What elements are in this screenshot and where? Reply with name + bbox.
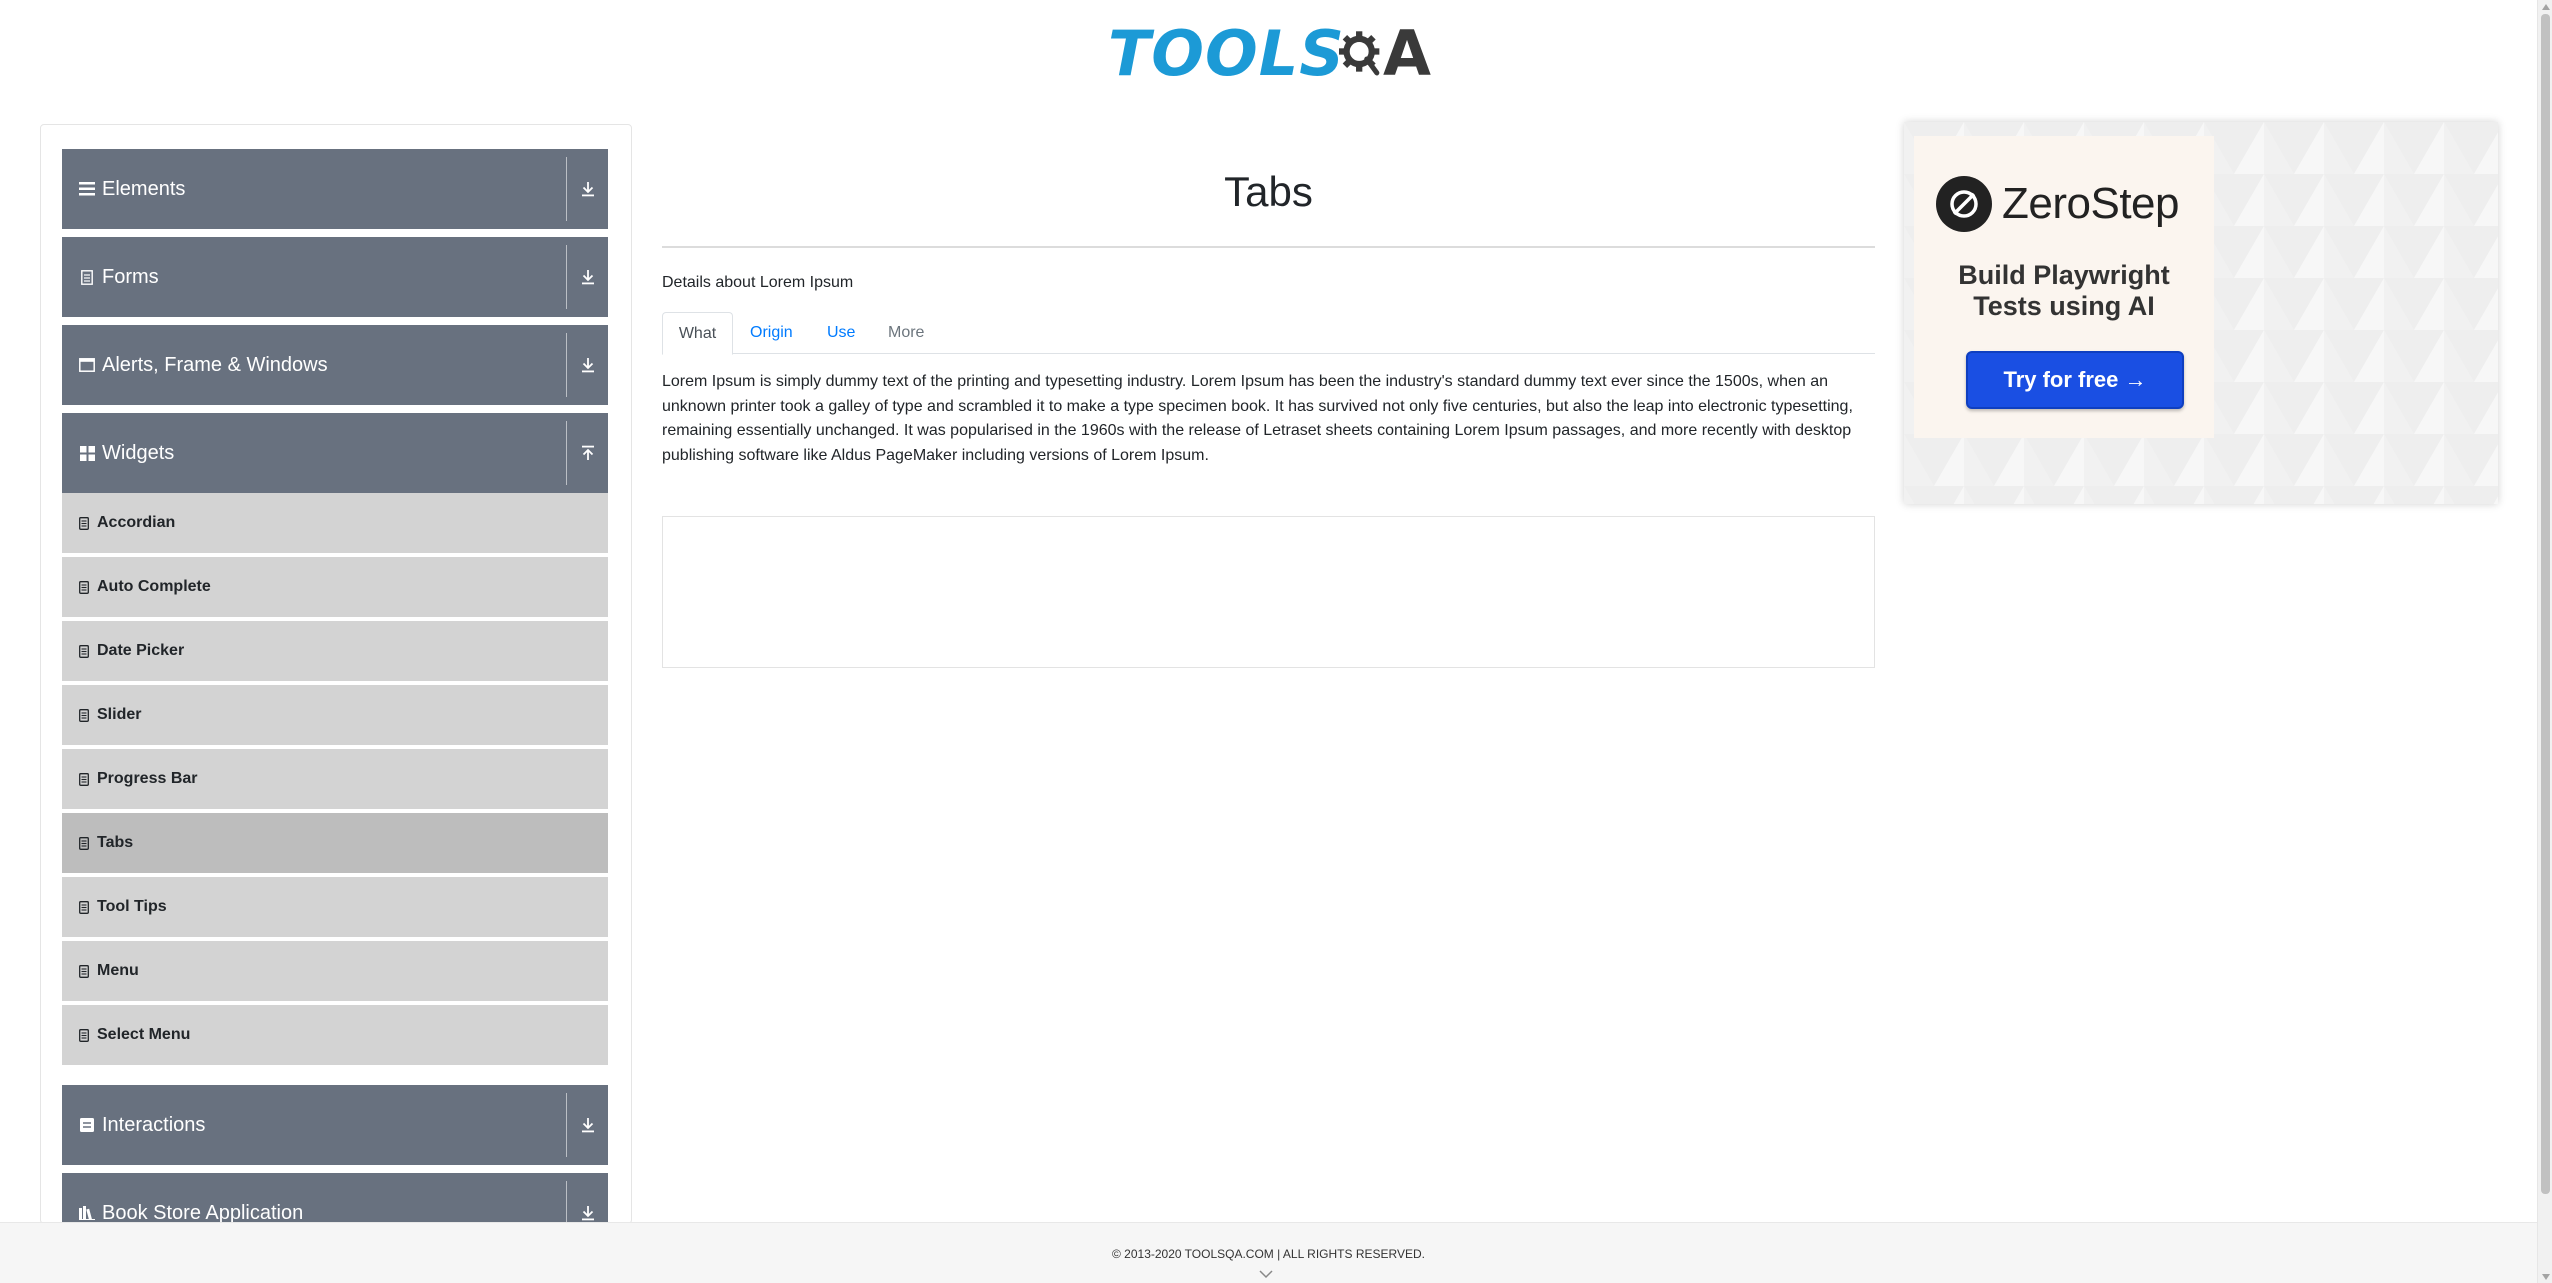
tagline-line: Tests using AI bbox=[1973, 291, 2155, 321]
sidebar-item-label: Select Menu bbox=[97, 1026, 191, 1043]
scroll-down-arrow-icon[interactable] bbox=[2541, 1272, 2550, 1281]
divider bbox=[566, 333, 567, 397]
tab-more: More bbox=[888, 324, 925, 341]
group-header-elements[interactable]: Elements bbox=[62, 149, 608, 229]
group-label: Book Store Application bbox=[102, 1201, 304, 1224]
zerostep-ad-banner[interactable]: ZeroStep Build Playwright Tests using AI… bbox=[1904, 122, 2498, 504]
upload-arrow-icon[interactable] bbox=[568, 413, 608, 493]
download-arrow-icon[interactable] bbox=[568, 325, 608, 405]
divider bbox=[566, 157, 567, 221]
group-header-forms[interactable]: Forms bbox=[62, 237, 608, 317]
group-label: Alerts, Frame & Windows bbox=[102, 353, 328, 376]
group-header-alerts-frame-windows[interactable]: Alerts, Frame & Windows bbox=[62, 325, 608, 405]
list-icon bbox=[77, 707, 91, 723]
try-for-free-button[interactable]: Try for free → bbox=[1966, 351, 2184, 409]
list-icon bbox=[77, 771, 91, 787]
list-icon bbox=[77, 515, 91, 531]
window-icon bbox=[78, 356, 96, 374]
list-icon bbox=[77, 1027, 91, 1043]
toolsqa-logo[interactable]: TOOLS A bbox=[1108, 16, 1432, 92]
tab-bar: What Origin Use More bbox=[662, 312, 1875, 355]
tab-origin[interactable]: Origin bbox=[750, 312, 793, 354]
divider bbox=[662, 246, 1875, 248]
group-header-widgets[interactable]: Widgets bbox=[62, 413, 608, 493]
sidebar-item-accordian[interactable]: Accordian bbox=[62, 493, 608, 555]
download-arrow-icon[interactable] bbox=[568, 1173, 608, 1223]
group-label: Interactions bbox=[102, 1113, 206, 1136]
group-header-book-store-application[interactable]: Book Store Application bbox=[62, 1173, 608, 1224]
sidebar-item-menu[interactable]: Menu bbox=[62, 941, 608, 1003]
logo-text-a: A bbox=[1383, 17, 1432, 90]
sidebar-item-auto-complete[interactable]: Auto Complete bbox=[62, 557, 608, 619]
sidebar-item-slider[interactable]: Slider bbox=[62, 685, 608, 747]
sidebar-item-select-menu[interactable]: Select Menu bbox=[62, 1005, 608, 1067]
chevron-down-icon[interactable] bbox=[1258, 1269, 1274, 1279]
brand-name: ZeroStep bbox=[2002, 179, 2179, 228]
divider bbox=[566, 1093, 567, 1157]
ad-card: ZeroStep Build Playwright Tests using AI… bbox=[1914, 136, 2214, 438]
ad-tagline: Build Playwright Tests using AI bbox=[1914, 260, 2214, 322]
widgets-icon bbox=[78, 444, 96, 462]
sidebar: Elements Forms Alerts, Frame & Windows W… bbox=[40, 124, 632, 1224]
details-text: Details about Lorem Ipsum bbox=[662, 274, 854, 291]
interactions-icon bbox=[78, 1116, 96, 1134]
page-title: Tabs bbox=[1224, 168, 1313, 215]
hamburger-icon bbox=[78, 180, 96, 198]
sidebar-item-label: Tool Tips bbox=[97, 898, 167, 915]
tagline-line: Build Playwright bbox=[1958, 260, 2170, 290]
sidebar-item-progress-bar[interactable]: Progress Bar bbox=[62, 749, 608, 811]
tab-content-text: Lorem Ipsum is simply dummy text of the … bbox=[662, 373, 1853, 464]
document-icon bbox=[78, 268, 96, 286]
sidebar-item-label: Auto Complete bbox=[97, 578, 211, 595]
group-label: Widgets bbox=[102, 441, 175, 464]
tab-use[interactable]: Use bbox=[827, 312, 855, 354]
sidebar-item-tabs[interactable]: Tabs bbox=[62, 813, 608, 875]
sidebar-item-label: Menu bbox=[97, 962, 139, 979]
ad-placeholder bbox=[662, 516, 1875, 668]
list-icon bbox=[77, 643, 91, 659]
list-icon bbox=[77, 835, 91, 851]
sidebar-item-tool-tips[interactable]: Tool Tips bbox=[62, 877, 608, 939]
zerostep-logo: ZeroStep bbox=[1936, 176, 2179, 232]
vertical-scrollbar[interactable] bbox=[2537, 0, 2552, 1283]
divider bbox=[566, 245, 567, 309]
logo-text: TOOLS bbox=[1108, 17, 1345, 90]
download-arrow-icon[interactable] bbox=[568, 1085, 608, 1165]
copyright-text: © 2013-2020 TOOLSQA.COM | ALL RIGHTS RES… bbox=[1112, 1247, 1425, 1261]
group-label: Elements bbox=[102, 177, 186, 200]
footer: © 2013-2020 TOOLSQA.COM | ALL RIGHTS RES… bbox=[0, 1222, 2537, 1283]
scrollbar-thumb[interactable] bbox=[2541, 14, 2550, 1194]
download-arrow-icon[interactable] bbox=[568, 149, 608, 229]
divider bbox=[566, 421, 567, 485]
sidebar-item-label: Progress Bar bbox=[97, 770, 198, 787]
divider bbox=[566, 1181, 567, 1223]
sidebar-item-date-picker[interactable]: Date Picker bbox=[62, 621, 608, 683]
gear-magnifier-icon bbox=[1338, 31, 1380, 76]
tab-what[interactable]: What bbox=[662, 312, 733, 355]
group-label: Forms bbox=[102, 265, 159, 288]
sidebar-item-label: Slider bbox=[97, 706, 142, 723]
sidebar-item-label: Accordian bbox=[97, 514, 176, 531]
list-icon bbox=[77, 579, 91, 595]
download-arrow-icon[interactable] bbox=[568, 237, 608, 317]
group-header-interactions[interactable]: Interactions bbox=[62, 1085, 608, 1165]
books-icon bbox=[78, 1204, 96, 1222]
sidebar-item-label: Tabs bbox=[97, 834, 134, 851]
zerostep-mark-icon bbox=[1936, 176, 1992, 232]
sidebar-item-label: Date Picker bbox=[97, 642, 185, 659]
scroll-up-arrow-icon[interactable] bbox=[2541, 2, 2550, 11]
list-icon bbox=[77, 963, 91, 979]
list-icon bbox=[77, 899, 91, 915]
